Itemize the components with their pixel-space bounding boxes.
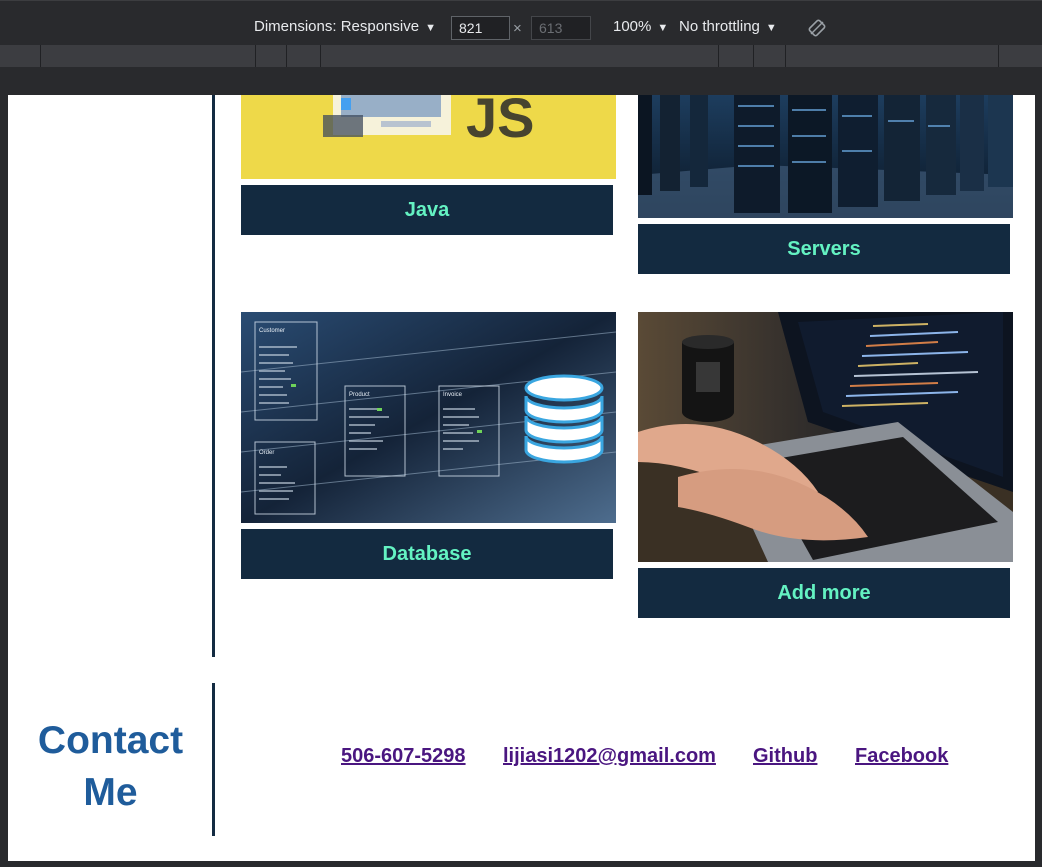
skill-label-java: Java: [241, 185, 613, 235]
section-divider: [212, 95, 215, 657]
skill-label-servers: Servers: [638, 224, 1010, 274]
javascript-image: JS: [241, 95, 616, 179]
dimensions-label: Dimensions: Responsive: [254, 18, 420, 35]
chevron-down-icon: ▼: [765, 22, 777, 34]
phone-link[interactable]: 506-607-5298: [341, 745, 466, 768]
laptop-coding-image: [638, 312, 1013, 562]
skill-label-database: Database: [241, 529, 613, 579]
zoom-label: 100%: [613, 18, 652, 35]
contact-title: Contact Me: [37, 719, 184, 814]
svg-text:Order: Order: [259, 450, 274, 456]
database-image: Customer Product Invoice Order: [241, 312, 616, 523]
facebook-link[interactable]: Facebook: [855, 745, 948, 768]
dimensions-dropdown[interactable]: Dimensions: Responsive ▼: [254, 18, 436, 37]
device-toolbar: Dimensions: Responsive ▼ 821 × 613 100% ▼ …: [0, 0, 1042, 45]
height-input[interactable]: 613: [531, 16, 591, 40]
svg-text:Invoice: Invoice: [443, 392, 463, 398]
servers-image: [638, 95, 1013, 218]
page-viewport: JS Java Servers Customer Product Invoice…: [8, 95, 1035, 861]
skill-label-add-more: Add more: [638, 568, 1010, 618]
svg-text:JS: JS: [466, 95, 535, 149]
media-query-ruler[interactable]: [0, 45, 1042, 67]
toolbar-gap: [0, 67, 1042, 95]
throttling-label: No throttling: [679, 18, 760, 35]
rotate-icon[interactable]: [808, 19, 826, 37]
svg-text:Product: Product: [349, 392, 370, 398]
throttling-dropdown[interactable]: No throttling ▼: [679, 18, 777, 37]
width-input[interactable]: 821: [451, 16, 510, 40]
email-link[interactable]: lijiasi1202@gmail.com: [503, 745, 716, 768]
github-link[interactable]: Github: [753, 745, 817, 768]
zoom-dropdown[interactable]: 100% ▼: [613, 18, 668, 37]
chevron-down-icon: ▼: [657, 22, 669, 34]
times-icon: ×: [513, 20, 522, 37]
chevron-down-icon: ▼: [425, 22, 436, 34]
svg-text:Customer: Customer: [259, 328, 285, 334]
